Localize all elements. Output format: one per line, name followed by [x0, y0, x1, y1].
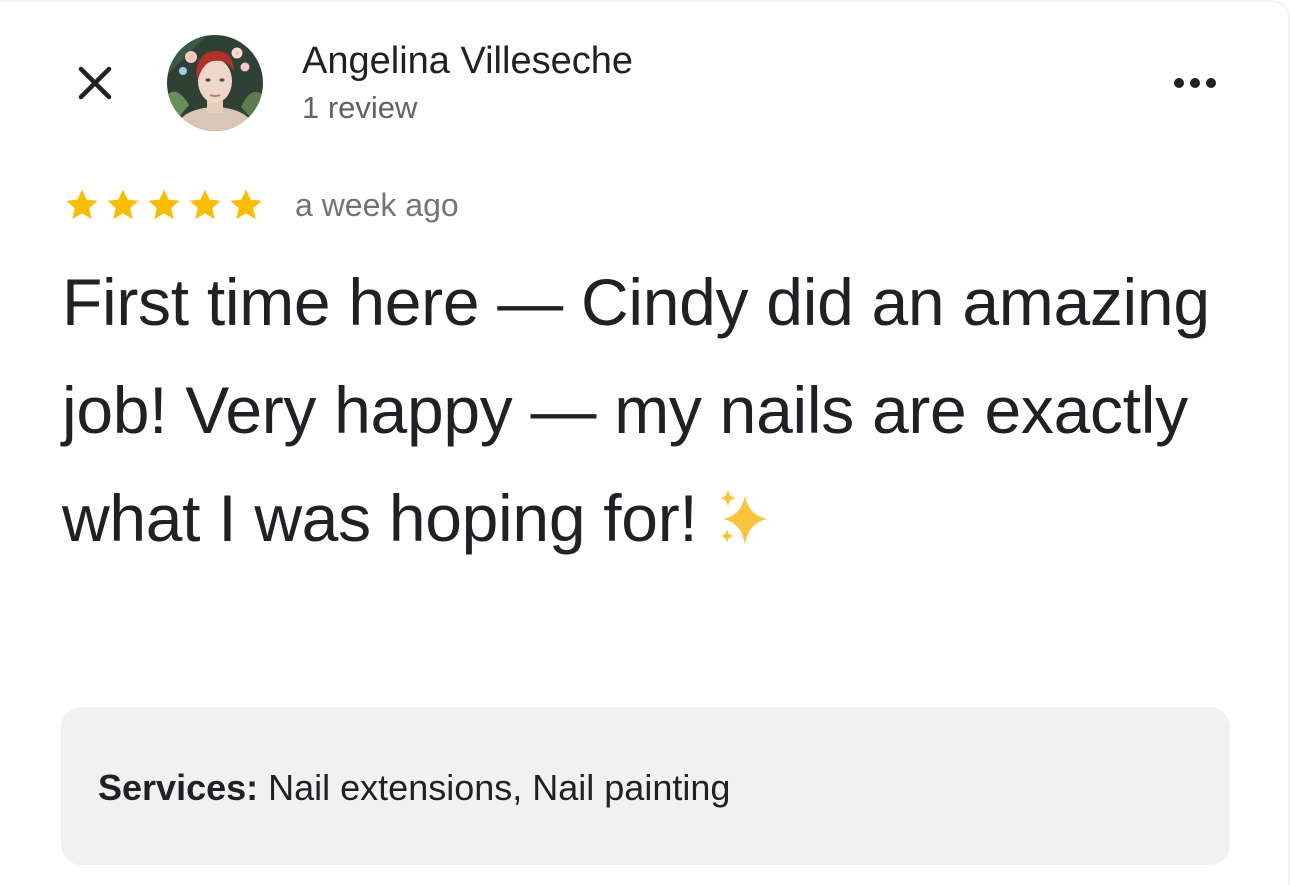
reviewer-name[interactable]: Angelina Villeseche: [302, 38, 633, 84]
star-rating: [62, 186, 266, 224]
more-horizontal-icon: [1174, 78, 1216, 88]
services-line: Services: Nail extensions, Nail painting: [98, 765, 730, 811]
more-options-button[interactable]: [1160, 60, 1230, 106]
services-label: Services:: [98, 767, 259, 808]
services-panel: Services: Nail extensions, Nail painting: [61, 707, 1230, 865]
star-icon: [148, 189, 180, 220]
review-body: First time here — Cindy did an amazing j…: [62, 265, 1210, 555]
services-value: Nail extensions, Nail painting: [268, 767, 731, 808]
star-icon: [189, 189, 221, 220]
review-dialog: Angelina Villeseche 1 review a week ago …: [0, 0, 1290, 885]
sparkles-emoji: [715, 474, 771, 582]
star-icon: [66, 189, 98, 220]
close-icon: [78, 66, 112, 100]
star-icon: [230, 189, 262, 220]
review-count: 1 review: [302, 90, 418, 125]
review-text: First time here — Cindy did an amazing j…: [62, 248, 1232, 582]
avatar[interactable]: [167, 35, 263, 131]
review-date: a week ago: [295, 187, 459, 223]
star-icon: [107, 189, 139, 220]
close-button[interactable]: [66, 54, 124, 112]
